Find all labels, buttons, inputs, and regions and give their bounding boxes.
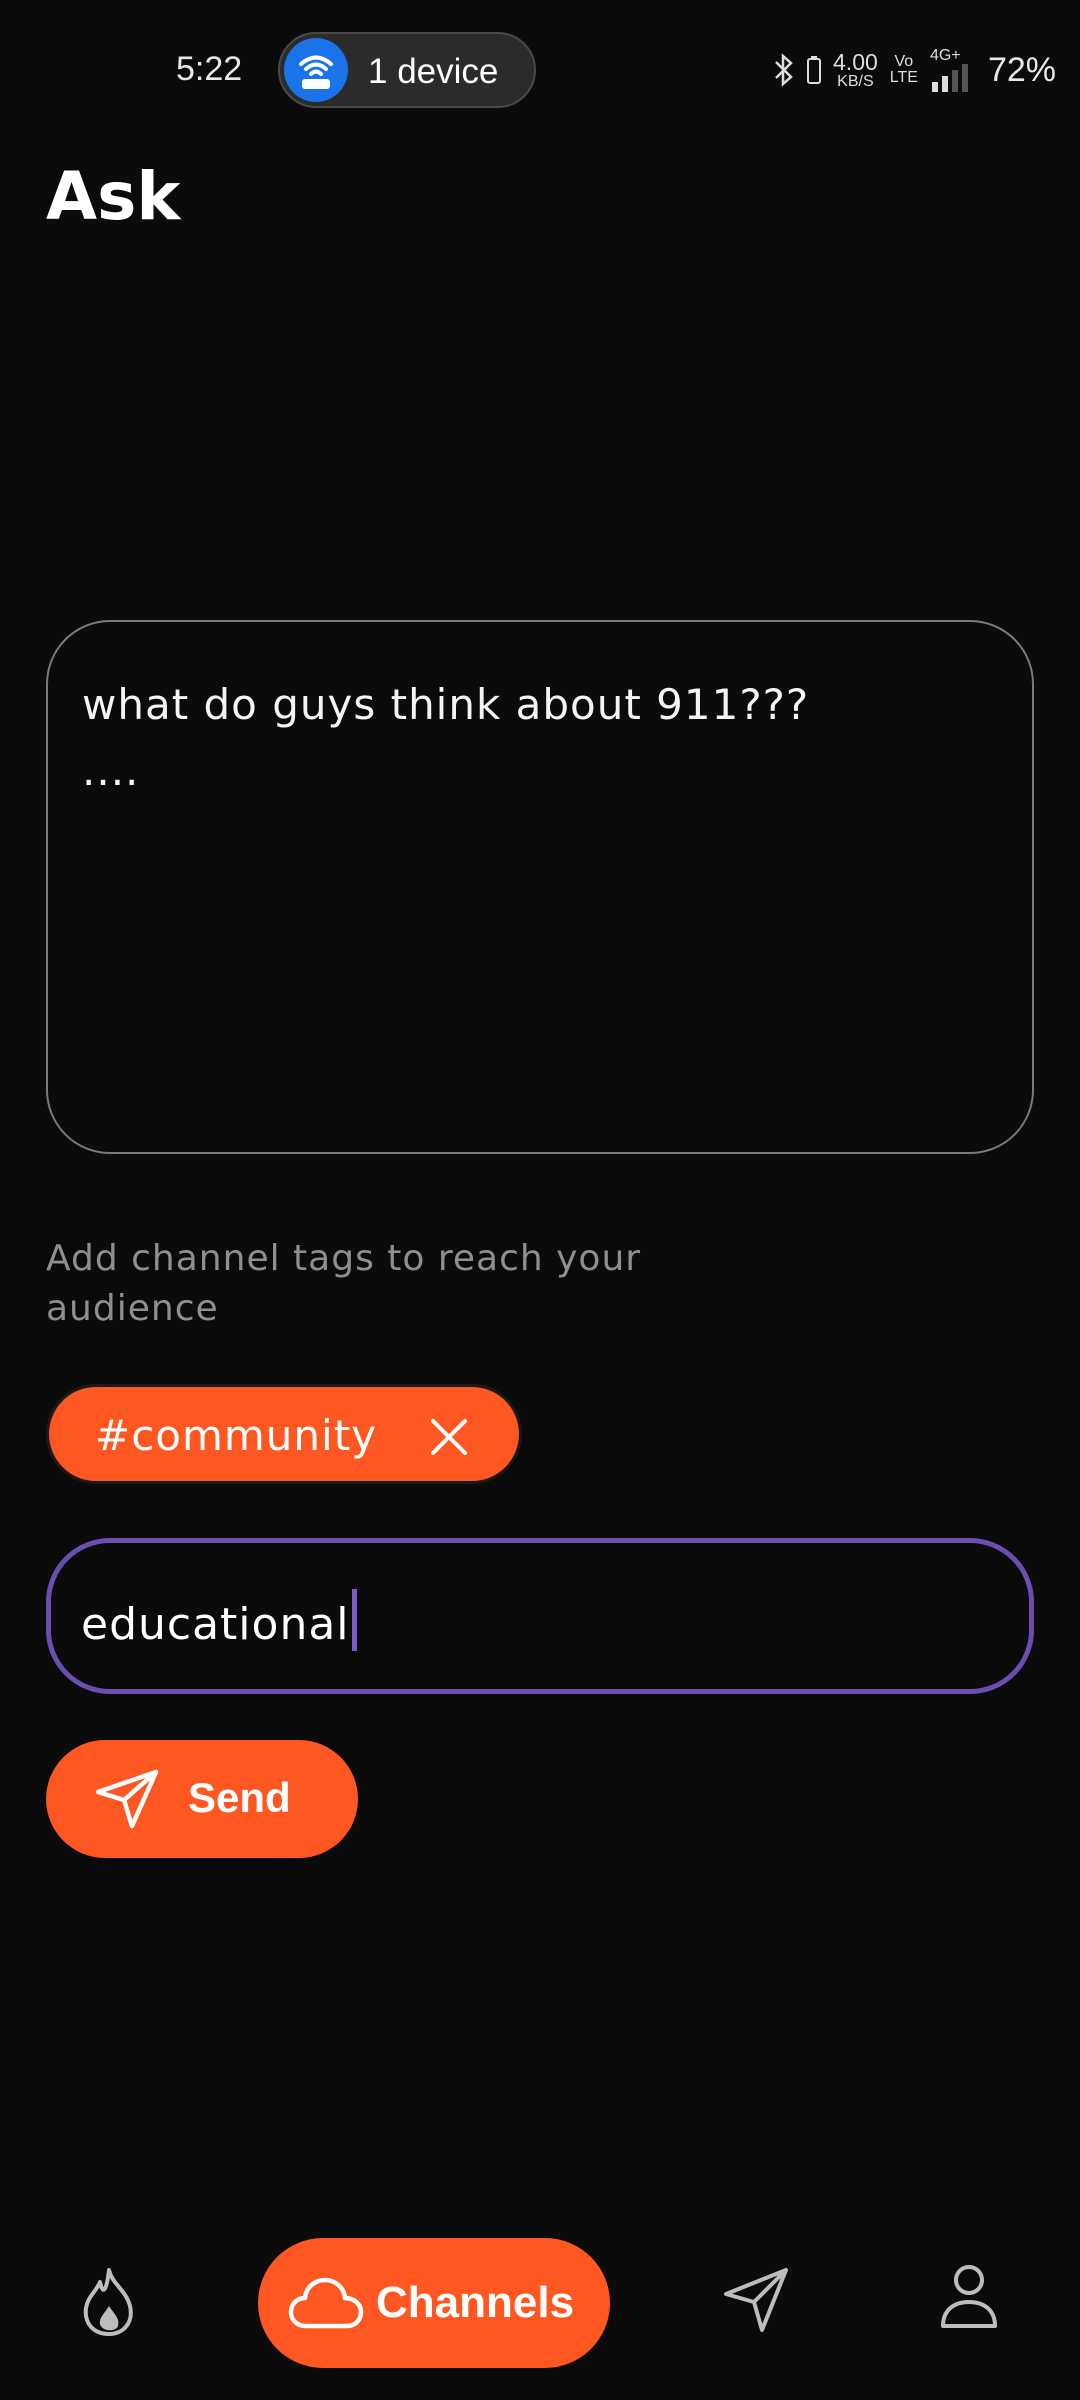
- flame-icon[interactable]: [78, 2266, 140, 2338]
- status-icons: 4.00 KB/S Vo LTE 4G+ 72%: [773, 40, 1056, 100]
- nav-channels-tab[interactable]: Channels: [258, 2238, 610, 2368]
- battery-percent: 72%: [987, 50, 1056, 89]
- paper-plane-icon: [95, 1769, 159, 1829]
- battery-icon: [807, 56, 822, 84]
- profile-icon[interactable]: [938, 2262, 1000, 2330]
- nav-send-icon[interactable]: [722, 2266, 790, 2334]
- network-speed: 4.00 KB/S: [833, 48, 878, 90]
- tag-chip-community[interactable]: #community: [46, 1384, 522, 1484]
- status-time: 5:22: [176, 50, 243, 88]
- hotspot-pill[interactable]: 1 device: [278, 32, 536, 108]
- wifi-hotspot-icon: [284, 38, 348, 102]
- tag-input-text: educational: [81, 1599, 350, 1650]
- tags-hint: Add channel tags to reach your audience: [46, 1238, 642, 1329]
- tag-input-value: educational: [81, 1589, 357, 1651]
- speed-value: 4.00: [833, 48, 878, 75]
- status-bar: 5:22 1 device 4.00 KB/S Vo LTE 4G+ 72%: [0, 0, 1080, 140]
- network-type: 4G+: [929, 47, 961, 64]
- page-title: Ask: [46, 158, 181, 235]
- volte-top: Vo: [894, 53, 914, 70]
- bluetooth-icon: [775, 53, 793, 87]
- nav-channels-label: Channels: [376, 2278, 575, 2327]
- volte-bottom: LTE: [889, 69, 918, 86]
- speed-unit: KB/S: [837, 72, 874, 90]
- text-caret: [351, 1589, 357, 1651]
- send-label: Send: [188, 1774, 291, 1821]
- tag-input[interactable]: educational: [46, 1538, 1034, 1694]
- volte-indicator: Vo LTE: [890, 54, 918, 86]
- question-text: what do guys think about 911??? ....: [82, 680, 810, 795]
- tag-chip-label: #community: [95, 1411, 378, 1460]
- signal-icon: [931, 64, 968, 92]
- cloud-icon: [288, 2277, 364, 2329]
- signal-indicator: 4G+: [930, 48, 976, 92]
- send-button[interactable]: Send: [46, 1740, 358, 1858]
- question-textarea[interactable]: what do guys think about 911??? ....: [46, 620, 1034, 1154]
- close-icon[interactable]: [425, 1413, 473, 1461]
- hotspot-label: 1 device: [368, 52, 499, 91]
- bottom-nav: Channels: [0, 2220, 1080, 2400]
